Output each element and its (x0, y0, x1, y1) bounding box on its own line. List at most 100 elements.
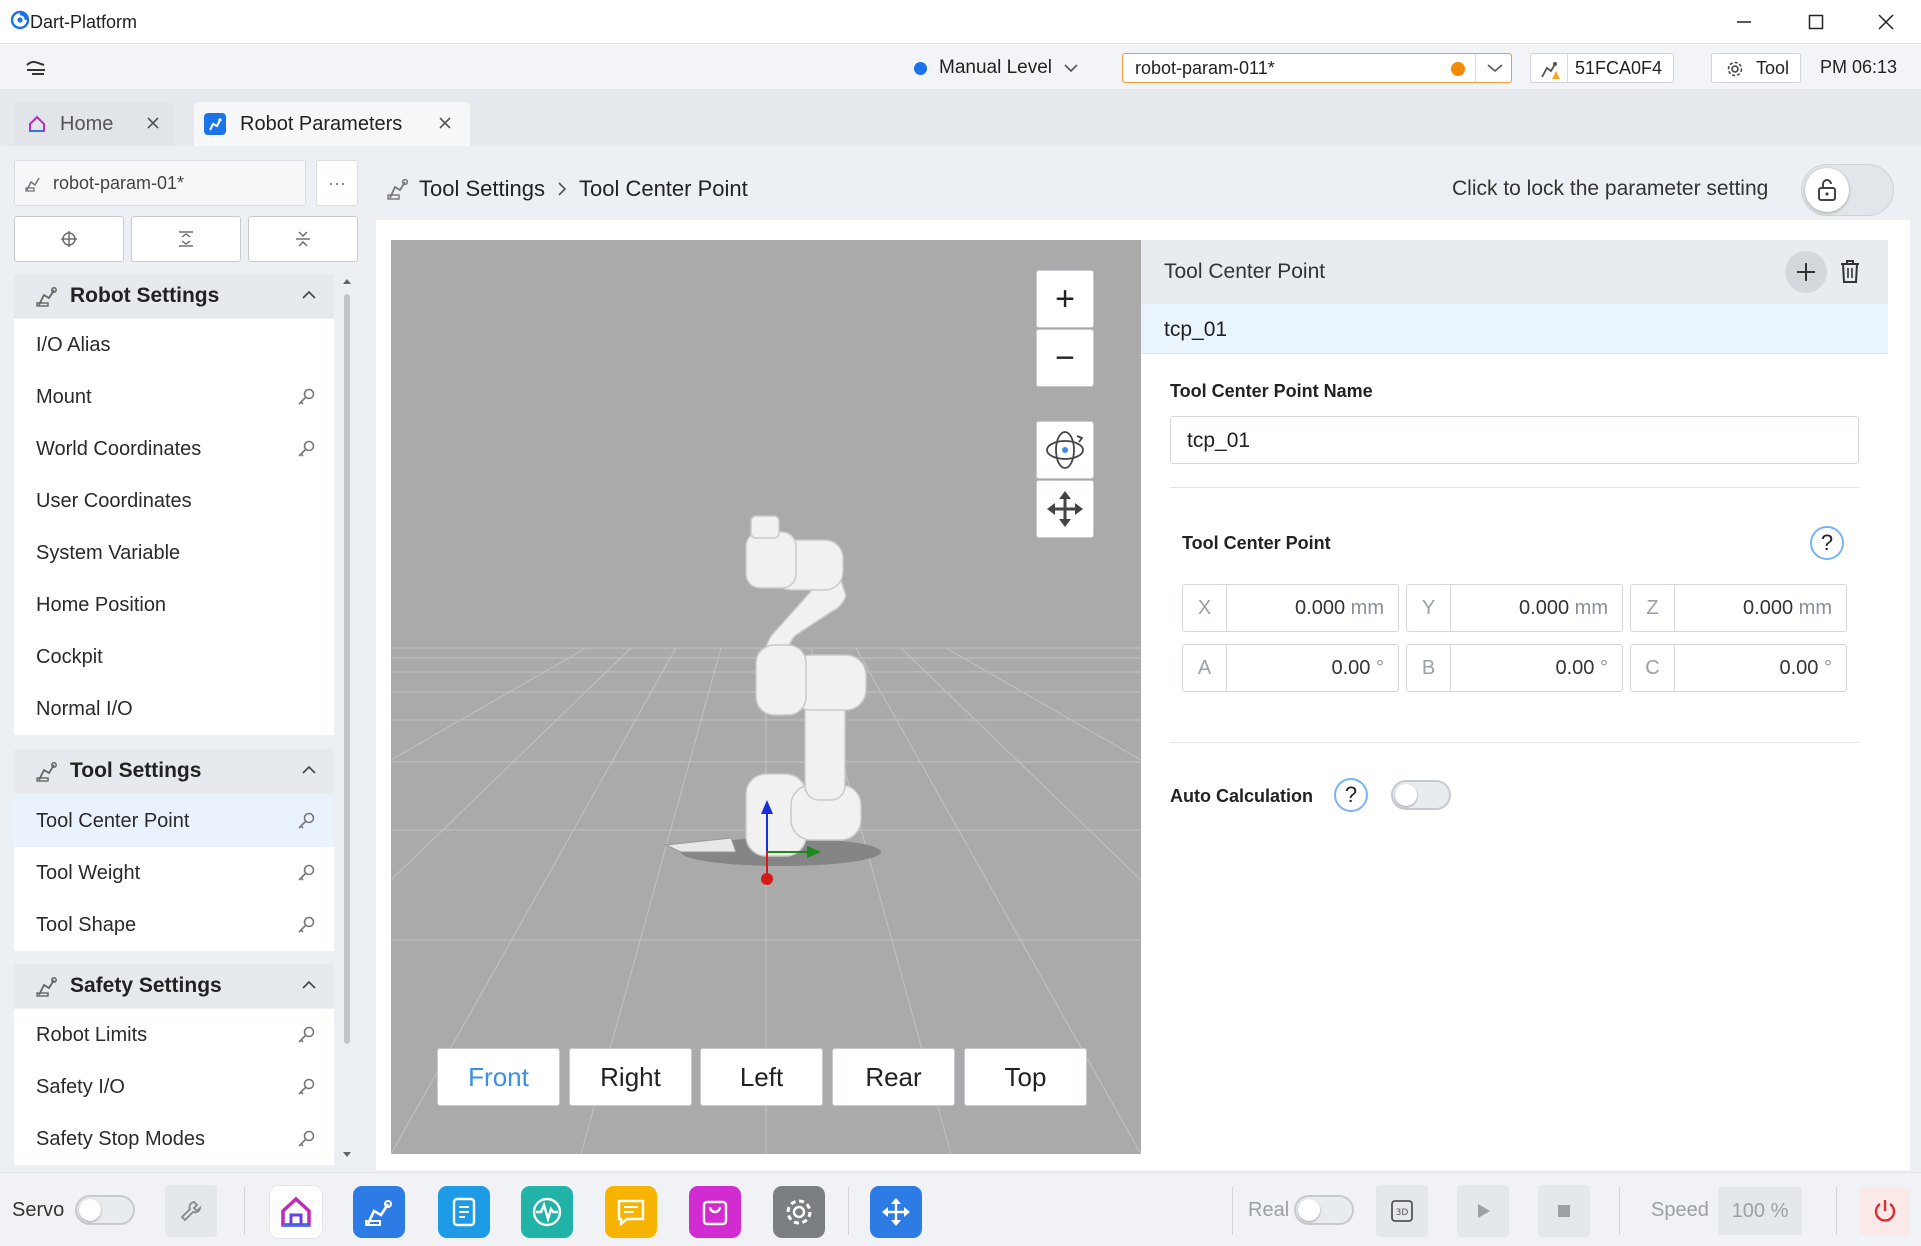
sidebar-item-tool-center-point[interactable]: Tool Center Point (14, 795, 334, 847)
orbit-button[interactable] (1036, 421, 1094, 479)
lock-hint-text: Click to lock the parameter setting (1452, 177, 1769, 200)
close-window-button[interactable] (1856, 0, 1916, 44)
program-app-button[interactable] (438, 1186, 490, 1238)
power-icon (1872, 1198, 1898, 1224)
view-front-button[interactable]: Front (437, 1048, 560, 1106)
coord-z-field[interactable]: Z 0.000 mm (1630, 584, 1847, 632)
log-app-button[interactable] (605, 1186, 657, 1238)
more-options-button[interactable]: ··· (316, 160, 358, 206)
play-button[interactable] (1457, 1185, 1509, 1237)
home-icon (28, 115, 46, 133)
speed-value[interactable]: 100 % (1718, 1187, 1802, 1235)
section-tool-settings[interactable]: Tool Settings (14, 749, 334, 793)
coord-x-field[interactable]: X 0.000 mm (1182, 584, 1399, 632)
close-icon[interactable] (438, 116, 452, 130)
sidebar-item-home-position[interactable]: Home Position (14, 579, 334, 631)
view-rear-button[interactable]: Rear (832, 1048, 955, 1106)
manual-level-dropdown[interactable]: Manual Level (914, 57, 1078, 79)
sidebar-item-world-coordinates[interactable]: World Coordinates (14, 423, 334, 475)
coord-value-group: 0.000 mm (1295, 597, 1384, 620)
chevron-down-icon (1487, 63, 1503, 73)
view-top-button[interactable]: Top (964, 1048, 1087, 1106)
sidebar-item-user-coordinates[interactable]: User Coordinates (14, 475, 334, 527)
zoom-in-button[interactable]: + (1036, 270, 1094, 328)
help-icon[interactable]: ? (1810, 526, 1844, 560)
divider (1170, 487, 1859, 488)
home-app-button[interactable] (270, 1186, 322, 1238)
serial-badge[interactable]: 51FCA0F4 (1530, 53, 1674, 83)
lock-toggle[interactable] (1801, 164, 1894, 216)
param-file-select[interactable]: robot-param-011* (1122, 53, 1512, 83)
sidebar-item-label: Tool Center Point (36, 809, 190, 832)
servo-toggle[interactable] (75, 1195, 135, 1225)
sidebar-item-normal-io[interactable]: Normal I/O (14, 683, 334, 735)
tcp-list-header: Tool Center Point (1141, 240, 1888, 304)
sidebar-item-system-variable[interactable]: System Variable (14, 527, 334, 579)
sidebar-item-label: Safety Stop Modes (36, 1127, 205, 1150)
maximize-button[interactable] (1786, 0, 1846, 44)
chevron-down-icon (1064, 63, 1078, 73)
play-icon (1473, 1201, 1493, 1221)
unsaved-dot (1451, 62, 1465, 76)
robot-3d-viewport[interactable]: + − (391, 240, 1141, 1154)
auto-calc-toggle[interactable] (1391, 780, 1451, 810)
breadcrumb-parent[interactable]: Tool Settings (419, 176, 545, 202)
robot-params-app-button[interactable] (353, 1186, 405, 1238)
sidebar-scrollbar[interactable] (338, 274, 356, 1164)
param-file-field[interactable]: robot-param-01* (14, 160, 306, 206)
sidebar-item-label: User Coordinates (36, 489, 192, 512)
tool-button[interactable]: Tool (1711, 53, 1801, 83)
coord-y-field[interactable]: Y 0.000 mm (1406, 584, 1623, 632)
settings-app-button[interactable] (773, 1186, 825, 1238)
stop-button[interactable] (1538, 1185, 1590, 1237)
3d-view-button[interactable]: 3D (1376, 1185, 1428, 1237)
zoom-out-button[interactable]: − (1036, 329, 1094, 387)
sidebar-item-io-alias[interactable]: I/O Alias (14, 319, 334, 371)
help-icon[interactable]: ? (1334, 778, 1368, 812)
section-title: Robot Settings (70, 284, 220, 307)
real-toggle[interactable] (1294, 1195, 1354, 1225)
minimize-button[interactable] (1714, 0, 1774, 44)
key-icon (296, 1129, 316, 1149)
jog-app-button[interactable] (870, 1186, 922, 1238)
close-icon[interactable] (146, 116, 160, 130)
tcp-name-input[interactable]: tcp_01 (1170, 416, 1859, 464)
section-safety-settings[interactable]: Safety Settings (14, 964, 334, 1008)
section-robot-settings[interactable]: Robot Settings (14, 274, 334, 318)
add-tcp-button[interactable] (1785, 251, 1827, 293)
view-right-button[interactable]: Right (569, 1048, 692, 1106)
sidebar-item-mount[interactable]: Mount (14, 371, 334, 423)
sidebar-item-tool-weight[interactable]: Tool Weight (14, 847, 334, 899)
menu-toggle-icon[interactable] (24, 57, 48, 77)
tcp-list-title: Tool Center Point (1164, 260, 1326, 283)
power-button[interactable] (1860, 1187, 1910, 1235)
sidebar-item-tool-shape[interactable]: Tool Shape (14, 899, 334, 951)
monitoring-app-button[interactable] (521, 1186, 573, 1238)
locate-button[interactable] (14, 216, 124, 262)
plus-icon (1795, 261, 1817, 283)
chevron-up-icon (302, 290, 316, 300)
chevron-up-icon (302, 765, 316, 775)
separator (1619, 1187, 1620, 1235)
coord-c-field[interactable]: C 0.00 ° (1630, 644, 1847, 692)
delete-tcp-button[interactable] (1839, 258, 1861, 284)
view-left-button[interactable]: Left (700, 1048, 823, 1106)
sidebar-item-robot-limits[interactable]: Robot Limits (14, 1009, 334, 1061)
pan-button[interactable] (1036, 480, 1094, 538)
breadcrumb-current: Tool Center Point (578, 176, 748, 201)
sidebar-item-cockpit[interactable]: Cockpit (14, 631, 334, 683)
sidebar-item-safety-io[interactable]: Safety I/O (14, 1061, 334, 1113)
tab-robot-parameters[interactable]: Robot Parameters (194, 102, 470, 146)
collapse-all-button[interactable] (248, 216, 358, 262)
coord-unit: ° (1824, 657, 1832, 679)
tcp-list-item[interactable]: tcp_01 (1141, 304, 1888, 354)
coord-b-field[interactable]: B 0.00 ° (1406, 644, 1623, 692)
coord-a-field[interactable]: A 0.00 ° (1182, 644, 1399, 692)
store-app-button[interactable] (689, 1186, 741, 1238)
sidebar-item-safety-stop-modes[interactable]: Safety Stop Modes (14, 1113, 334, 1165)
param-file-value: robot-param-011* (1135, 58, 1275, 78)
tab-home[interactable]: Home (14, 102, 174, 146)
wrench-button[interactable] (165, 1185, 217, 1237)
unlock-icon (1805, 168, 1849, 212)
expand-all-button[interactable] (131, 216, 241, 262)
